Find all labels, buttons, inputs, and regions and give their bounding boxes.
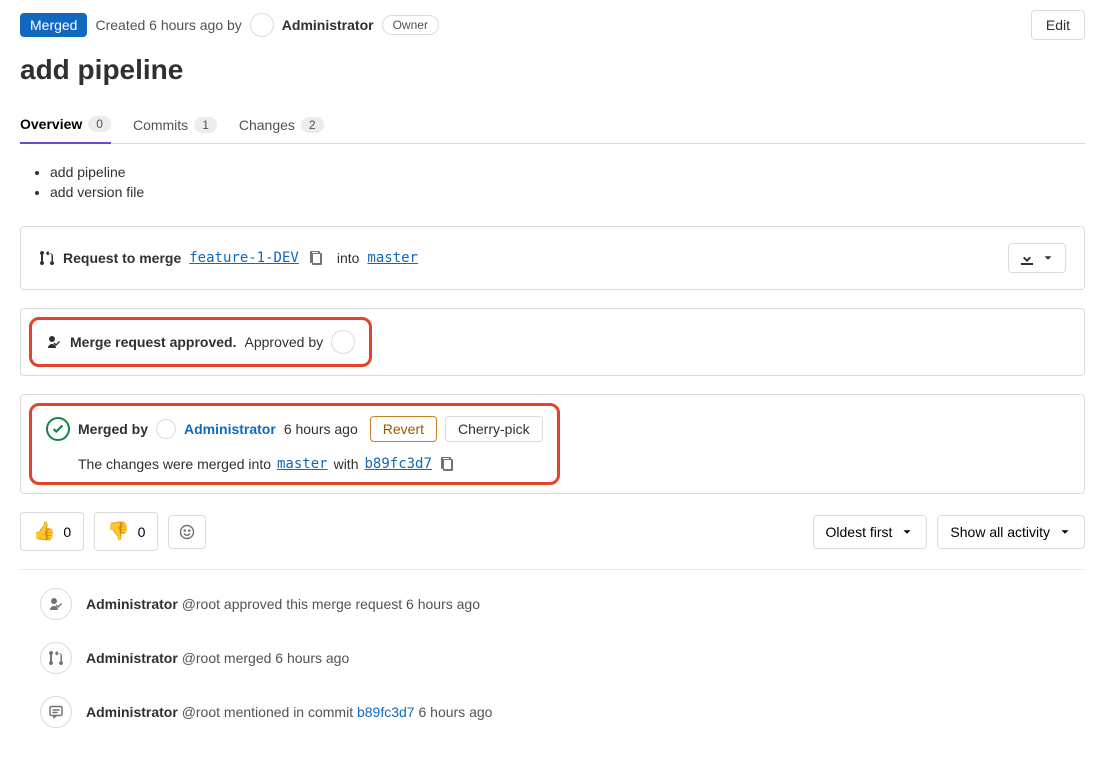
- activity-time: 6 hours ago: [275, 650, 349, 666]
- approval-highlight: Merge request approved. Approved by: [29, 317, 372, 367]
- merged-by-label: Merged by: [78, 421, 148, 437]
- list-item: add pipeline: [50, 164, 1085, 180]
- activity-author[interactable]: Administrator: [86, 596, 178, 612]
- approval-activity-icon: [40, 588, 72, 620]
- merged-panel: Merged by Administrator 6 hours ago Reve…: [20, 394, 1085, 494]
- approved-text: Merge request approved.: [70, 334, 237, 350]
- activity-handle: @root: [182, 596, 220, 612]
- merged-changes-text: The changes were merged into: [78, 456, 271, 472]
- download-icon: [1019, 250, 1035, 266]
- status-badge: Merged: [20, 13, 87, 37]
- tabs: Overview 0 Commits 1 Changes 2: [20, 106, 1085, 144]
- merger-author-link[interactable]: Administrator: [184, 421, 276, 437]
- merger-avatar[interactable]: [156, 419, 176, 439]
- commit-link[interactable]: b89fc3d7: [357, 704, 415, 720]
- comment-activity-icon: [40, 696, 72, 728]
- tab-changes[interactable]: Changes 2: [239, 106, 324, 143]
- chevron-down-icon: [1058, 525, 1072, 539]
- request-label: Request to merge: [63, 250, 181, 266]
- activity-row: Administrator @root merged 6 hours ago: [20, 642, 1085, 674]
- revert-button[interactable]: Revert: [370, 416, 437, 442]
- count-badge: 1: [194, 117, 217, 133]
- avatar[interactable]: [250, 13, 274, 37]
- approver-avatar[interactable]: [331, 330, 355, 354]
- activity-row: Administrator @root approved this merge …: [20, 588, 1085, 620]
- merge-request-icon: [39, 250, 55, 266]
- approval-icon: [46, 334, 62, 350]
- approved-by-label: Approved by: [245, 334, 324, 350]
- thumbs-down-count: 0: [138, 524, 146, 540]
- activity-action: approved this merge request: [224, 596, 402, 612]
- cherry-pick-button[interactable]: Cherry-pick: [445, 416, 543, 442]
- page-title: add pipeline: [20, 54, 1085, 86]
- count-badge: 0: [88, 116, 111, 132]
- tab-commits[interactable]: Commits 1: [133, 106, 217, 143]
- merged-with-text: with: [334, 456, 359, 472]
- chevron-down-icon: [1041, 251, 1055, 265]
- activity-action: mentioned in commit: [224, 704, 353, 720]
- activity-handle: @root: [182, 704, 220, 720]
- target-branch-link[interactable]: master: [367, 250, 418, 266]
- approval-panel: Merge request approved. Approved by: [20, 308, 1085, 376]
- sort-label: Oldest first: [826, 524, 893, 540]
- merge-request-panel: Request to merge feature-1-DEV into mast…: [20, 226, 1085, 290]
- add-reaction-button[interactable]: [168, 515, 206, 549]
- thumbs-up-icon: 👍: [33, 521, 55, 542]
- merged-highlight: Merged by Administrator 6 hours ago Reve…: [29, 403, 560, 485]
- commit-sha-link[interactable]: b89fc3d7: [364, 456, 431, 472]
- role-badge: Owner: [382, 15, 439, 35]
- source-branch-link[interactable]: feature-1-DEV: [189, 250, 299, 266]
- sort-oldest-button[interactable]: Oldest first: [813, 515, 928, 549]
- check-circle-icon: [46, 417, 70, 441]
- tab-overview[interactable]: Overview 0: [20, 106, 111, 144]
- activity-author[interactable]: Administrator: [86, 704, 178, 720]
- count-badge: 2: [301, 117, 324, 133]
- show-label: Show all activity: [950, 524, 1050, 540]
- copy-icon[interactable]: [307, 250, 323, 266]
- description-list: add pipeline add version file: [50, 164, 1085, 200]
- activity-row: Administrator @root mentioned in commit …: [20, 696, 1085, 728]
- show-activity-button[interactable]: Show all activity: [937, 515, 1085, 549]
- activity-time: 6 hours ago: [418, 704, 492, 720]
- chevron-down-icon: [900, 525, 914, 539]
- list-item: add version file: [50, 184, 1085, 200]
- thumbs-up-count: 0: [63, 524, 71, 540]
- smile-icon: [179, 524, 195, 540]
- activity-handle: @root: [182, 650, 220, 666]
- author-link[interactable]: Administrator: [282, 17, 374, 33]
- activity-action: merged: [224, 650, 271, 666]
- tab-label: Commits: [133, 117, 188, 133]
- created-text: Created 6 hours ago by: [95, 17, 241, 33]
- merged-target-branch[interactable]: master: [277, 456, 328, 472]
- thumbs-down-icon: 👎: [107, 521, 129, 542]
- thumbs-up-button[interactable]: 👍 0: [20, 512, 84, 551]
- activity-author[interactable]: Administrator: [86, 650, 178, 666]
- edit-button[interactable]: Edit: [1031, 10, 1085, 40]
- tab-label: Overview: [20, 116, 82, 132]
- merge-activity-icon: [40, 642, 72, 674]
- activity-time: 6 hours ago: [406, 596, 480, 612]
- into-label: into: [337, 250, 360, 266]
- copy-icon[interactable]: [438, 456, 454, 472]
- merged-time: 6 hours ago: [284, 421, 358, 437]
- tab-label: Changes: [239, 117, 295, 133]
- thumbs-down-button[interactable]: 👎 0: [94, 512, 158, 551]
- download-button[interactable]: [1008, 243, 1066, 273]
